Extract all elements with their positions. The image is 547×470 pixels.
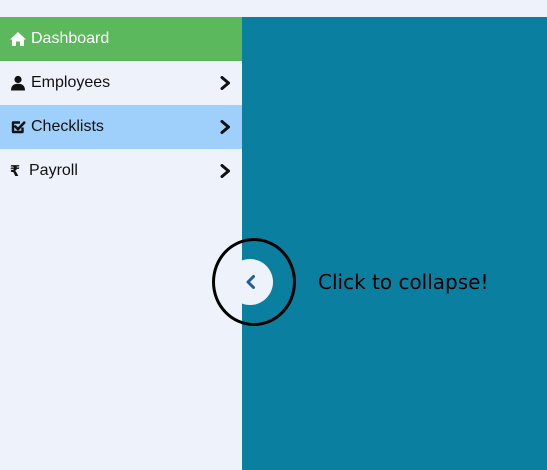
sidebar: Dashboard Employees Checklists ₹ Payroll (0, 17, 242, 470)
top-bar (0, 0, 547, 17)
sidebar-item-dashboard[interactable]: Dashboard (0, 17, 242, 61)
home-icon (9, 30, 27, 48)
sidebar-item-label: Payroll (29, 162, 78, 179)
chevron-right-icon (220, 76, 230, 90)
annotation-text: Click to collapse! (318, 270, 489, 294)
sidebar-collapse-button[interactable] (227, 259, 273, 305)
rupee-icon: ₹ (9, 162, 21, 180)
sidebar-item-checklists[interactable]: Checklists (0, 105, 242, 149)
chevron-left-icon (246, 275, 255, 289)
check-square-icon (9, 118, 27, 136)
sidebar-item-label: Employees (31, 74, 111, 91)
chevron-right-icon (220, 120, 230, 134)
user-icon (9, 74, 27, 92)
sidebar-item-label: Dashboard (31, 30, 110, 47)
app-page: Dashboard Employees Checklists ₹ Payroll… (0, 0, 547, 470)
chevron-right-icon (220, 164, 230, 178)
sidebar-item-label: Checklists (31, 118, 104, 135)
main-content-panel (242, 17, 547, 470)
sidebar-item-employees[interactable]: Employees (0, 61, 242, 105)
sidebar-item-payroll[interactable]: ₹ Payroll (0, 149, 242, 193)
